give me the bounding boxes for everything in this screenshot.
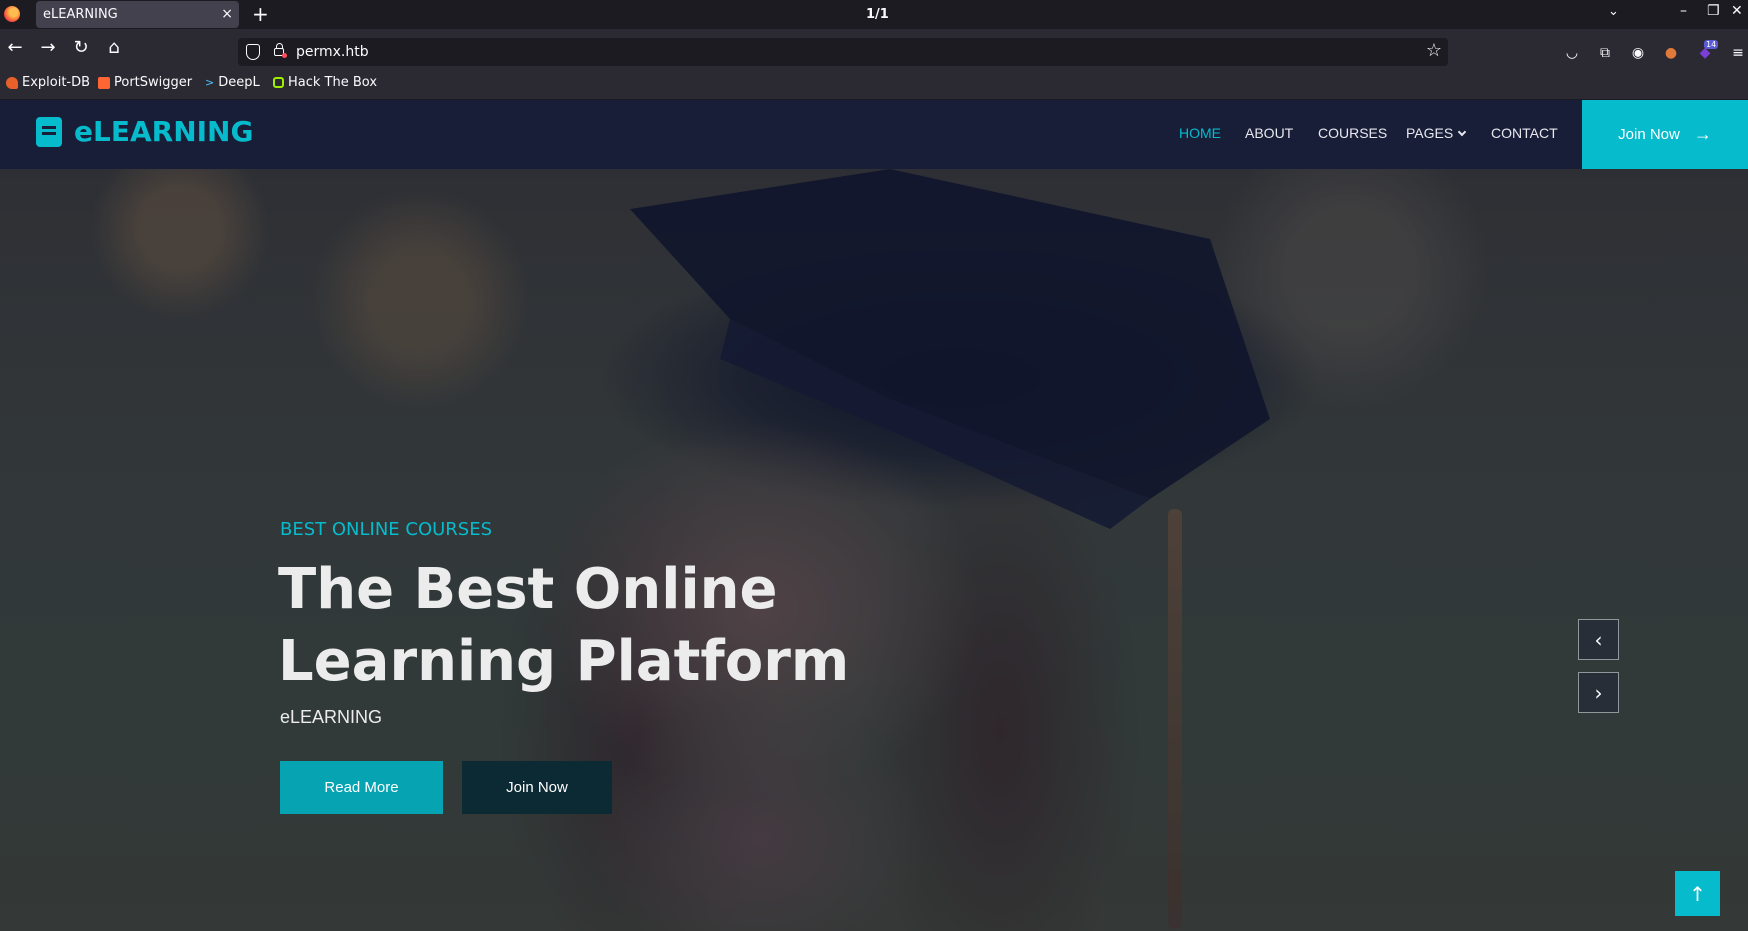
browser-tab-bar: eLEARNING × + 1/1 ⌄ – ❐ ✕: [0, 0, 1748, 29]
tab-title: eLEARNING: [43, 7, 118, 22]
chevron-down-icon: [1457, 127, 1467, 137]
list-all-tabs-icon[interactable]: ⌄: [1608, 4, 1619, 19]
nav-courses[interactable]: COURSES: [1318, 125, 1387, 141]
lock-icon[interactable]: [274, 43, 287, 58]
bookmark-label: DeepL: [218, 75, 260, 90]
extension-badge: 14: [1704, 40, 1719, 49]
site-navbar: eLEARNING HOME ABOUT COURSES PAGES CONTA…: [0, 100, 1748, 169]
forward-icon[interactable]: →: [36, 35, 60, 61]
join-now-label: Join Now: [1618, 126, 1680, 143]
chevron-left-icon: ‹: [1594, 627, 1603, 652]
back-to-top-button[interactable]: ↑: [1675, 871, 1720, 916]
hero-brand: eLEARNING: [280, 707, 383, 727]
pocket-icon[interactable]: ◡: [1563, 44, 1581, 62]
hero-title: The Best Online Learning Platform: [278, 557, 850, 694]
arrow-up-icon: ↑: [1689, 881, 1706, 906]
brand-name: eLEARNING: [74, 115, 254, 148]
firefox-icon: [4, 6, 20, 22]
url-text[interactable]: permx.htb: [296, 44, 369, 60]
window-title: 1/1: [866, 7, 889, 22]
join-now-hero-button[interactable]: Join Now: [462, 761, 612, 814]
arrow-right-icon: →: [1693, 124, 1712, 144]
book-icon: [36, 116, 62, 147]
incognito-extension-icon[interactable]: ◉: [1629, 44, 1647, 62]
extensions-icon[interactable]: ⧉: [1596, 44, 1614, 62]
nav-home[interactable]: HOME: [1179, 125, 1221, 141]
bookmark-label: Exploit-DB: [22, 75, 91, 90]
app-menu-icon[interactable]: ≡: [1729, 44, 1747, 62]
chevron-right-icon: ›: [1594, 680, 1603, 705]
minimize-icon[interactable]: –: [1680, 3, 1687, 19]
bookmark-star-icon[interactable]: ☆: [1426, 40, 1442, 61]
tab-close-icon[interactable]: ×: [221, 5, 233, 23]
reload-icon[interactable]: ↻: [69, 35, 93, 61]
browser-tab[interactable]: eLEARNING ×: [36, 1, 239, 28]
hack-the-box-icon: [273, 77, 284, 88]
brand-logo[interactable]: eLEARNING: [36, 115, 253, 148]
restore-icon[interactable]: ❐: [1707, 3, 1720, 19]
back-icon[interactable]: ←: [3, 35, 27, 61]
close-window-icon[interactable]: ✕: [1731, 3, 1743, 19]
hero-overlay: [0, 169, 1748, 931]
exploit-db-icon: [6, 76, 18, 89]
carousel-next-button[interactable]: ›: [1578, 672, 1619, 713]
bookmark-deepl[interactable]: > DeepL: [205, 75, 260, 90]
carousel-prev-button[interactable]: ‹: [1578, 619, 1619, 660]
bookmark-exploit-db[interactable]: Exploit-DB: [6, 75, 90, 90]
new-tab-button[interactable]: +: [252, 2, 269, 26]
bookmark-label: Hack The Box: [288, 75, 378, 90]
nav-about[interactable]: ABOUT: [1245, 125, 1293, 141]
foxy-extension-icon[interactable]: ●: [1662, 44, 1680, 62]
shield-icon[interactable]: [246, 44, 260, 60]
hero-subtitle: BEST ONLINE COURSES: [280, 519, 493, 540]
nav-pages[interactable]: PAGES: [1406, 125, 1467, 141]
home-icon[interactable]: ⌂: [102, 35, 126, 61]
url-bar[interactable]: permx.htb ☆: [238, 38, 1448, 66]
deepl-icon: >: [205, 76, 215, 89]
portswigger-icon: [98, 76, 110, 89]
read-more-button[interactable]: Read More: [280, 761, 443, 814]
bookmark-hack-the-box[interactable]: Hack The Box: [273, 75, 377, 90]
bookmark-portswigger[interactable]: PortSwigger: [98, 75, 192, 90]
nav-pages-label: PAGES: [1406, 125, 1454, 141]
bookmark-label: PortSwigger: [114, 75, 193, 90]
bookmarks-bar: Exploit-DB PortSwigger > DeepL Hack The …: [0, 67, 1748, 99]
nav-contact[interactable]: CONTACT: [1491, 125, 1558, 141]
join-now-nav-button[interactable]: Join Now →: [1582, 100, 1748, 169]
hero-carousel: BEST ONLINE COURSES The Best Online Lear…: [0, 169, 1748, 931]
